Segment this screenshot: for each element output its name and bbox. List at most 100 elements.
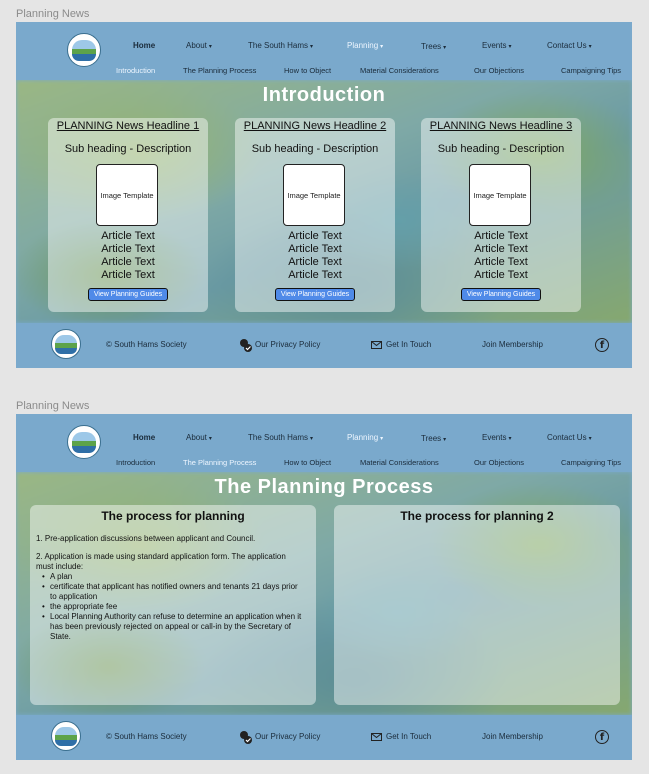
nav-contact[interactable]: Contact Us ▾ bbox=[547, 433, 592, 442]
nav-about-label: About bbox=[186, 433, 207, 442]
panel-heading: The process for planning 2 bbox=[400, 509, 554, 523]
nav-trees[interactable]: Trees ▾ bbox=[421, 434, 446, 443]
nav-events-label: Events bbox=[482, 41, 507, 50]
subnav-introduction[interactable]: Introduction bbox=[116, 66, 155, 75]
privacy-icon bbox=[240, 731, 252, 744]
top-nav: Home About ▾ The South Hams ▾ Planning ▾ Tr… bbox=[16, 22, 632, 80]
image-placeholder: Image Template bbox=[469, 164, 531, 226]
card-headline[interactable]: PLANNING News Headline 2 bbox=[235, 120, 395, 132]
article-text: Article Text bbox=[474, 230, 528, 242]
image-placeholder: Image Template bbox=[283, 164, 345, 226]
list-item: A plan bbox=[38, 572, 306, 582]
process-panel-2: The process for planning 2 bbox=[334, 505, 620, 705]
nav-planning[interactable]: Planning ▾ bbox=[347, 433, 383, 442]
frame-planning-process: Home About ▾ The South Hams ▾ Planning ▾ Tr… bbox=[16, 414, 632, 760]
nav-about[interactable]: About ▾ bbox=[186, 433, 212, 442]
article-text: Article Text bbox=[474, 243, 528, 255]
subnav-material-considerations[interactable]: Material Considerations bbox=[360, 66, 439, 75]
article-text: Article Text bbox=[101, 230, 155, 242]
article-text: Article Text bbox=[474, 256, 528, 268]
subnav-our-objections[interactable]: Our Objections bbox=[474, 458, 524, 467]
nav-contact-label: Contact Us bbox=[547, 433, 587, 442]
top-nav: Home About ▾ The South Hams ▾ Planning ▾ Tr… bbox=[16, 414, 632, 472]
card-subheading: Sub heading - Description bbox=[64, 143, 192, 155]
caret-down-icon: ▾ bbox=[443, 437, 447, 443]
subnav-material-considerations[interactable]: Material Considerations bbox=[360, 458, 439, 467]
caret-down-icon: ▾ bbox=[208, 44, 212, 50]
nav-planning-label: Planning bbox=[347, 433, 379, 442]
card-headline[interactable]: PLANNING News Headline 3 bbox=[421, 120, 581, 132]
privacy-policy-link[interactable]: Our Privacy Policy bbox=[255, 340, 320, 349]
nav-trees[interactable]: Trees ▾ bbox=[421, 42, 446, 51]
caret-down-icon: ▾ bbox=[588, 44, 592, 50]
privacy-policy-link[interactable]: Our Privacy Policy bbox=[255, 732, 320, 741]
get-in-touch-link[interactable]: Get In Touch bbox=[386, 340, 431, 349]
view-planning-guides-button[interactable]: View Planning Guides bbox=[275, 288, 355, 301]
facebook-icon[interactable]: f bbox=[595, 730, 609, 744]
logo-icon[interactable] bbox=[51, 721, 81, 751]
article-text: Article Text bbox=[288, 269, 342, 281]
nav-events[interactable]: Events ▾ bbox=[482, 41, 511, 50]
process-step: 2. Application is made using standard ap… bbox=[36, 552, 286, 571]
subnav-how-to-object[interactable]: How to Object bbox=[284, 458, 331, 467]
requirements-list: A plan certificate that applicant has no… bbox=[38, 572, 306, 642]
subnav-planning-process[interactable]: The Planning Process bbox=[183, 458, 256, 467]
article-text: Article Text bbox=[101, 243, 155, 255]
view-planning-guides-button[interactable]: View Planning Guides bbox=[461, 288, 541, 301]
subnav-campaigning-tips[interactable]: Campaigning Tips bbox=[561, 458, 621, 467]
logo-icon[interactable] bbox=[67, 33, 101, 67]
frame-label: Planning News bbox=[16, 8, 90, 20]
nav-home[interactable]: Home bbox=[133, 433, 155, 442]
article-text: Article Text bbox=[101, 269, 155, 281]
caret-down-icon: ▾ bbox=[380, 44, 384, 50]
caret-down-icon: ▾ bbox=[380, 436, 384, 442]
copyright-text: © South Hams Society bbox=[106, 732, 187, 741]
privacy-icon bbox=[240, 339, 252, 352]
nav-events[interactable]: Events ▾ bbox=[482, 433, 511, 442]
article-text: Article Text bbox=[474, 269, 528, 281]
article-text: Article Text bbox=[288, 256, 342, 268]
page-title: Introduction bbox=[262, 84, 386, 106]
subnav-planning-process[interactable]: The Planning Process bbox=[183, 66, 256, 75]
caret-down-icon: ▾ bbox=[508, 44, 512, 50]
list-item: certificate that applicant has notified … bbox=[38, 582, 306, 602]
nav-trees-label: Trees bbox=[421, 42, 442, 51]
nav-about-label: About bbox=[186, 41, 207, 50]
nav-about[interactable]: About ▾ bbox=[186, 41, 212, 50]
list-item: Local Planning Authority can refuse to d… bbox=[38, 612, 306, 642]
copyright-text: © South Hams Society bbox=[106, 340, 187, 349]
subnav-how-to-object[interactable]: How to Object bbox=[284, 66, 331, 75]
join-membership-link[interactable]: Join Membership bbox=[482, 732, 543, 741]
card-headline[interactable]: PLANNING News Headline 1 bbox=[48, 120, 208, 132]
nav-south-hams-label: The South Hams bbox=[248, 433, 309, 442]
facebook-icon[interactable]: f bbox=[595, 338, 609, 352]
frame-label: Planning News bbox=[16, 400, 90, 412]
article-text: Article Text bbox=[288, 230, 342, 242]
process-panel: The process for planning 1. Pre-applicat… bbox=[30, 505, 316, 705]
mail-icon bbox=[371, 341, 382, 349]
nav-contact[interactable]: Contact Us ▾ bbox=[547, 41, 592, 50]
logo-icon[interactable] bbox=[51, 329, 81, 359]
subnav-our-objections[interactable]: Our Objections bbox=[474, 66, 524, 75]
caret-down-icon: ▾ bbox=[588, 436, 592, 442]
get-in-touch-link[interactable]: Get In Touch bbox=[386, 732, 431, 741]
join-membership-link[interactable]: Join Membership bbox=[482, 340, 543, 349]
nav-south-hams[interactable]: The South Hams ▾ bbox=[248, 41, 313, 50]
logo-icon[interactable] bbox=[67, 425, 101, 459]
footer: © South Hams Society Our Privacy Policy … bbox=[16, 715, 632, 760]
footer: © South Hams Society Our Privacy Policy … bbox=[16, 323, 632, 368]
subnav-campaigning-tips[interactable]: Campaigning Tips bbox=[561, 66, 621, 75]
nav-events-label: Events bbox=[482, 433, 507, 442]
card-subheading: Sub heading - Description bbox=[437, 143, 565, 155]
view-planning-guides-button[interactable]: View Planning Guides bbox=[88, 288, 168, 301]
nav-trees-label: Trees bbox=[421, 434, 442, 443]
nav-south-hams[interactable]: The South Hams ▾ bbox=[248, 433, 313, 442]
caret-down-icon: ▾ bbox=[208, 436, 212, 442]
nav-home[interactable]: Home bbox=[133, 41, 155, 50]
page-title: The Planning Process bbox=[214, 476, 434, 498]
mail-icon bbox=[371, 733, 382, 741]
nav-south-hams-label: The South Hams bbox=[248, 41, 309, 50]
subnav-introduction[interactable]: Introduction bbox=[116, 458, 155, 467]
nav-planning[interactable]: Planning ▾ bbox=[347, 41, 383, 50]
news-card: PLANNING News Headline 2 Sub heading - D… bbox=[235, 118, 395, 312]
